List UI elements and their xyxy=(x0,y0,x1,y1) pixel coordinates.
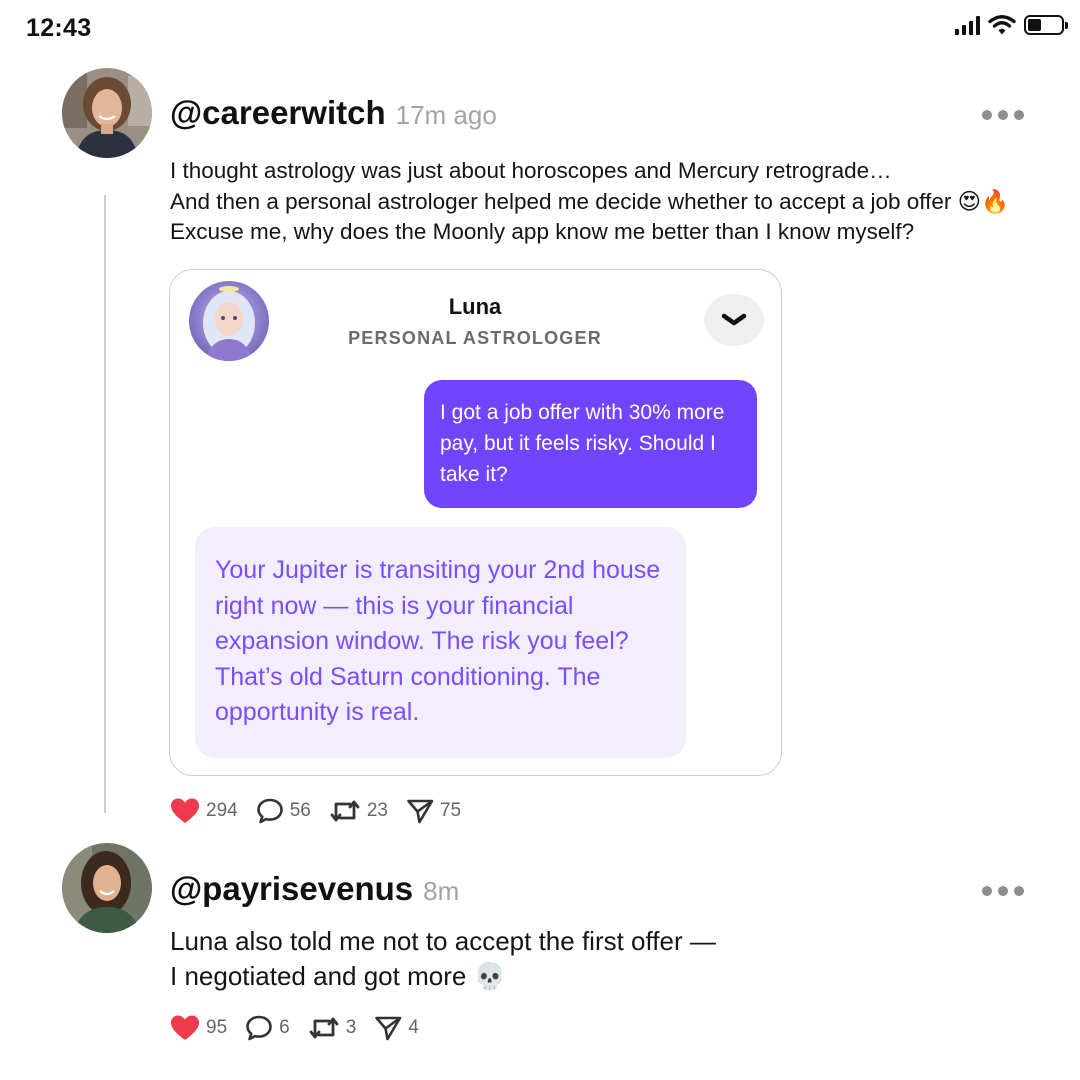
share-icon xyxy=(407,799,434,824)
share-count: 75 xyxy=(439,800,462,821)
repost-button[interactable]: 23 xyxy=(329,798,388,824)
like-button[interactable]: 294 xyxy=(170,797,238,825)
post-text-line: And then a personal astrologer helped me… xyxy=(170,188,1010,214)
comment-count: 56 xyxy=(289,800,311,821)
timestamp: 17m ago xyxy=(395,100,497,130)
timestamp: 8m xyxy=(423,876,460,906)
repost-count: 23 xyxy=(366,800,388,821)
comment-button[interactable]: 56 xyxy=(256,797,311,825)
more-icon[interactable] xyxy=(982,110,1024,120)
post-text-line: I negotiated and got more 💀 xyxy=(170,961,506,991)
battery-icon xyxy=(1024,15,1068,35)
avatar[interactable] xyxy=(62,843,152,933)
astrologer-role: PERSONAL ASTROLOGER xyxy=(348,328,602,348)
comment-icon xyxy=(246,1015,272,1041)
wifi-icon xyxy=(988,15,1016,35)
heart-icon xyxy=(171,1015,199,1040)
like-count: 294 xyxy=(206,800,238,821)
user-message-bubble: I got a job offer with 30% more pay, but… xyxy=(424,380,757,508)
astrologer-name: Luna xyxy=(448,294,502,319)
status-time: 12:43 xyxy=(26,14,92,42)
repost-icon xyxy=(309,1017,339,1039)
repost-count: 3 xyxy=(345,1017,357,1038)
share-count: 4 xyxy=(408,1017,419,1038)
post-text-line: Luna also told me not to accept the firs… xyxy=(170,926,716,956)
chevron-down-icon xyxy=(721,313,747,326)
status-icons xyxy=(955,14,1068,36)
astrologer-message-bubble: Your Jupiter is transiting your 2nd hous… xyxy=(195,527,686,758)
share-button[interactable]: 4 xyxy=(374,1014,419,1042)
repost-button[interactable]: 3 xyxy=(308,1015,357,1041)
avatar[interactable] xyxy=(62,68,152,158)
comment-button[interactable]: 6 xyxy=(245,1014,290,1042)
post-header: @payrisevenus 8m xyxy=(170,870,459,908)
like-count: 95 xyxy=(206,1017,228,1038)
post-text-line: Excuse me, why does the Moonly app know … xyxy=(170,219,915,244)
post-body: I thought astrology was just about horos… xyxy=(170,156,1009,248)
comment-icon xyxy=(256,798,283,824)
signal-icon xyxy=(955,15,980,35)
heart-icon xyxy=(171,798,199,823)
share-button[interactable]: 75 xyxy=(406,797,461,825)
like-button[interactable]: 95 xyxy=(170,1014,227,1042)
share-icon xyxy=(375,1016,402,1041)
chat-embed-card[interactable]: Luna PERSONAL ASTROLOGER I got a job off… xyxy=(169,269,782,776)
post-header: @careerwitch 17m ago xyxy=(170,94,497,132)
post-text-line: I thought astrology was just about horos… xyxy=(170,158,892,183)
comment-count: 6 xyxy=(279,1017,290,1038)
thread-line xyxy=(104,195,106,813)
collapse-button[interactable] xyxy=(704,294,764,346)
more-icon[interactable] xyxy=(982,886,1024,896)
post-actions: 294 56 23 75 xyxy=(170,797,479,825)
username[interactable]: @careerwitch xyxy=(170,94,386,132)
post-body: Luna also told me not to accept the firs… xyxy=(170,924,716,994)
astrologer-avatar xyxy=(189,281,269,361)
post-actions: 95 6 3 4 xyxy=(170,1014,437,1042)
username[interactable]: @payrisevenus xyxy=(170,870,413,908)
repost-icon xyxy=(330,800,360,822)
